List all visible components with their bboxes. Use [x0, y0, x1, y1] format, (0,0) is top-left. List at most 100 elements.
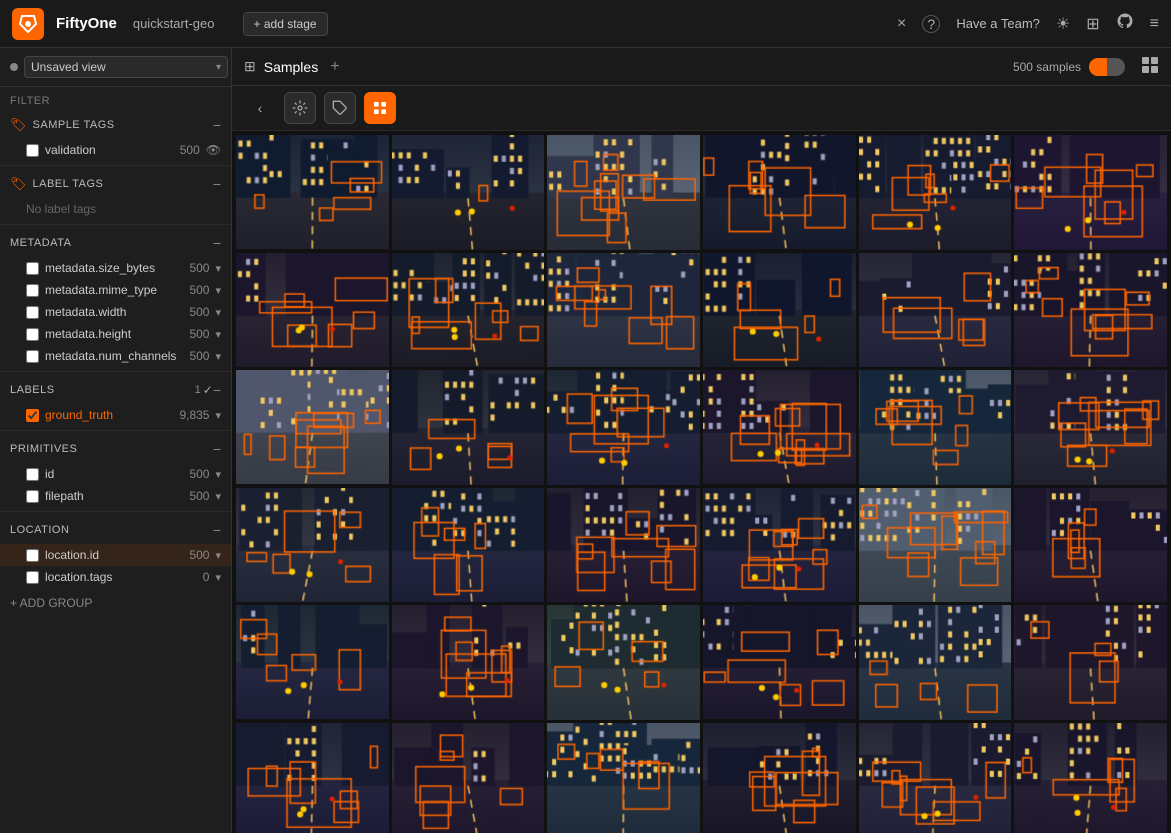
- grid-cell[interactable]: [547, 723, 700, 833]
- settings-button[interactable]: [284, 92, 316, 124]
- grid-cell[interactable]: [547, 135, 700, 250]
- location-section[interactable]: LOCATION −: [0, 516, 231, 544]
- grid-cell[interactable]: [859, 488, 1012, 603]
- label-tags-collapse[interactable]: −: [213, 176, 221, 192]
- metadata-size-bytes-expand[interactable]: ▾: [215, 262, 221, 275]
- grid-cell[interactable]: [859, 370, 1012, 485]
- ground-truth-label: ground_truth: [45, 408, 173, 422]
- grid-cell[interactable]: [703, 488, 856, 602]
- primitive-id-expand[interactable]: ▾: [215, 468, 221, 481]
- help-icon[interactable]: ?: [922, 15, 940, 33]
- grid-cell[interactable]: [236, 135, 389, 249]
- primitive-id-checkbox[interactable]: [26, 468, 39, 481]
- grid-cell[interactable]: [236, 605, 389, 719]
- add-tab-button[interactable]: +: [330, 58, 339, 76]
- layout-button[interactable]: [364, 92, 396, 124]
- tag-button[interactable]: [324, 92, 356, 124]
- grid-cell[interactable]: [392, 135, 545, 250]
- samples-bar: ⊞ Samples + 500 samples: [232, 48, 1171, 86]
- grid-cell[interactable]: [236, 488, 389, 602]
- grid-cell[interactable]: [1014, 370, 1167, 485]
- grid-cell[interactable]: [236, 723, 389, 833]
- grid-cell[interactable]: [547, 605, 700, 720]
- grid-cell[interactable]: [1014, 723, 1167, 833]
- grid-cell[interactable]: [392, 370, 545, 485]
- grid-cell[interactable]: [392, 253, 545, 368]
- sample-tags-icon: 🏷: [10, 117, 27, 133]
- add-group-button[interactable]: + ADD GROUP: [0, 588, 231, 618]
- location-tags-checkbox[interactable]: [26, 571, 39, 584]
- location-tags-label: location.tags: [45, 570, 197, 584]
- grid-cell[interactable]: [392, 605, 545, 720]
- primitive-filepath-expand[interactable]: ▾: [215, 490, 221, 503]
- labels-collapse[interactable]: −: [213, 382, 221, 398]
- metadata-mime-type-expand[interactable]: ▾: [215, 284, 221, 297]
- location-tags-expand[interactable]: ▾: [215, 571, 221, 584]
- sun-icon[interactable]: ☀: [1056, 14, 1070, 34]
- sample-tag-validation-eye[interactable]: 👁: [206, 143, 221, 157]
- grid-cell[interactable]: [859, 723, 1012, 833]
- primitives-collapse[interactable]: −: [213, 441, 221, 457]
- grid-cell[interactable]: [392, 723, 545, 833]
- grid-cell[interactable]: [1014, 253, 1167, 368]
- ground-truth-expand[interactable]: ▾: [215, 409, 221, 422]
- label-tags-section[interactable]: 🏷 LABEL TAGS −: [0, 170, 231, 198]
- metadata-width-checkbox[interactable]: [26, 306, 39, 319]
- metadata-height-expand[interactable]: ▾: [215, 328, 221, 341]
- toolbar: ‹: [232, 86, 1171, 131]
- grid-cell[interactable]: [1014, 605, 1167, 720]
- grid-cell[interactable]: [703, 135, 856, 249]
- samples-toggle[interactable]: [1089, 58, 1125, 76]
- grid-cell[interactable]: [859, 135, 1012, 250]
- metadata-collapse[interactable]: −: [213, 235, 221, 251]
- grid-cell[interactable]: [859, 605, 1012, 720]
- grid-cell[interactable]: [703, 253, 856, 367]
- grid-cell[interactable]: [1014, 135, 1167, 250]
- back-button[interactable]: ‹: [244, 92, 276, 124]
- grid-cell[interactable]: [547, 253, 700, 368]
- grid-cell[interactable]: [703, 723, 856, 833]
- location-collapse[interactable]: −: [213, 522, 221, 538]
- grid-cell[interactable]: [703, 605, 856, 719]
- sample-tag-validation-checkbox[interactable]: [26, 144, 39, 157]
- metadata-mime-type-checkbox[interactable]: [26, 284, 39, 297]
- location-id-expand[interactable]: ▾: [215, 549, 221, 562]
- grid-cell[interactable]: [236, 370, 389, 484]
- grid-cell[interactable]: [703, 370, 856, 484]
- location-id: location.id 500 ▾: [0, 544, 231, 566]
- metadata-width-expand[interactable]: ▾: [215, 306, 221, 319]
- grid-cell[interactable]: [547, 370, 700, 485]
- menu-icon[interactable]: ≡: [1150, 15, 1159, 33]
- metadata-height: metadata.height 500 ▾: [0, 323, 231, 345]
- close-icon[interactable]: ×: [897, 15, 906, 33]
- location-id-checkbox[interactable]: [26, 549, 39, 562]
- primitive-filepath-checkbox[interactable]: [26, 490, 39, 503]
- grid-apps-icon[interactable]: ⊞: [1086, 14, 1099, 34]
- sample-tags-section[interactable]: 🏷 SAMPLE TAGS −: [0, 111, 231, 139]
- samples-count: 500 samples: [1013, 60, 1081, 74]
- ground-truth-checkbox[interactable]: [26, 409, 39, 422]
- grid-cell[interactable]: [547, 488, 700, 603]
- sample-tags-collapse[interactable]: −: [213, 117, 221, 133]
- primitive-id: id 500 ▾: [0, 463, 231, 485]
- metadata-num-channels: metadata.num_channels 500 ▾: [0, 345, 231, 367]
- grid-cell[interactable]: [859, 253, 1012, 368]
- metadata-num-channels-checkbox[interactable]: [26, 350, 39, 363]
- primitives-section[interactable]: PRIMITIVES −: [0, 435, 231, 463]
- grid-cell[interactable]: [392, 488, 545, 603]
- grid-cell[interactable]: [236, 253, 389, 367]
- labels-section[interactable]: LABELS 1 ✓ −: [0, 376, 231, 404]
- add-stage-button[interactable]: + add stage: [243, 12, 328, 36]
- github-icon[interactable]: [1116, 12, 1134, 35]
- sample-tags-title: SAMPLE TAGS: [33, 119, 213, 131]
- have-a-team-label[interactable]: Have a Team?: [956, 16, 1040, 31]
- metadata-height-checkbox[interactable]: [26, 328, 39, 341]
- grid-layout-icon[interactable]: [1141, 56, 1159, 77]
- location-title: LOCATION: [10, 524, 213, 536]
- metadata-title: METADATA: [10, 237, 213, 249]
- metadata-num-channels-expand[interactable]: ▾: [215, 350, 221, 363]
- grid-cell[interactable]: [1014, 488, 1167, 603]
- metadata-section[interactable]: METADATA −: [0, 229, 231, 257]
- metadata-size-bytes-checkbox[interactable]: [26, 262, 39, 275]
- view-selector[interactable]: Unsaved view: [24, 56, 228, 78]
